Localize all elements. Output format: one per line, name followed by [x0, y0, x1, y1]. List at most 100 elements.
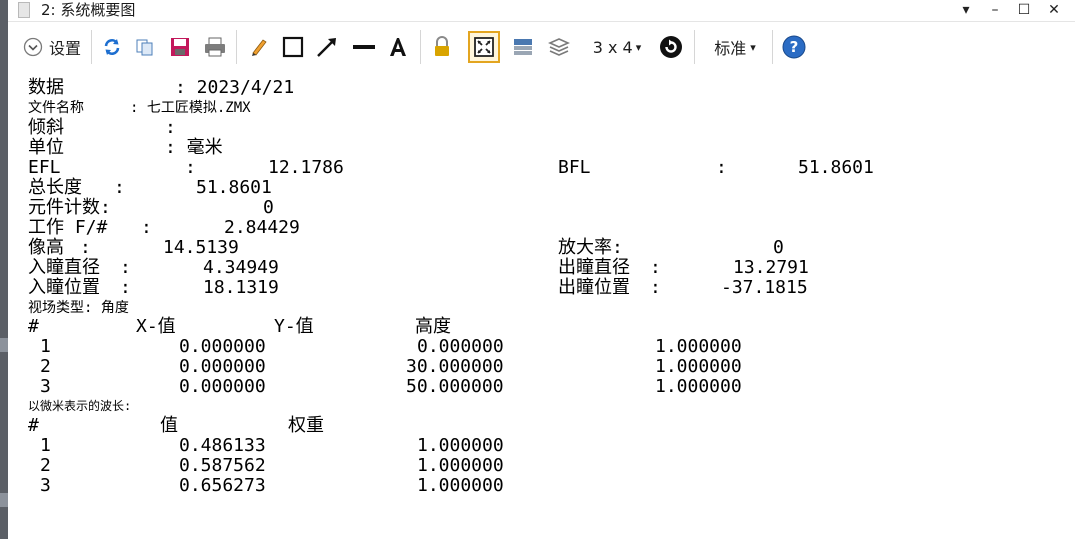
toolbar: 设置 3 x 4 ▾ 标准 ▾ ?	[8, 23, 1075, 71]
window-menu-button[interactable]: ▾	[953, 0, 979, 20]
edge-fragment	[0, 493, 8, 507]
layers-icon	[548, 38, 570, 56]
text-icon	[390, 38, 406, 56]
save-icon	[171, 38, 189, 56]
layers-button[interactable]	[546, 34, 572, 60]
field-header-index: #	[28, 316, 39, 337]
chevron-down-circle-icon	[23, 37, 43, 57]
magnification-label: 放大率:	[558, 237, 623, 258]
power-cycle-icon	[660, 36, 682, 58]
svg-text:?: ?	[790, 38, 799, 56]
fit-view-button[interactable]	[468, 31, 500, 63]
line-tool-button[interactable]	[350, 34, 378, 60]
rectangle-tool-button[interactable]	[280, 34, 306, 60]
working-fnum-label: 工作 F/#	[28, 217, 108, 238]
auto-update-button[interactable]	[658, 34, 684, 60]
efl-colon: :	[185, 157, 196, 178]
field-row-y: 0.000000	[417, 336, 504, 357]
title-bar: 2: 系统概要图 ▾ – ☐ ✕	[8, 0, 1075, 22]
style-value: 标准	[714, 39, 747, 58]
working-fnum-colon: :	[141, 217, 152, 238]
wavelength-row-value: 0.587562	[179, 455, 266, 476]
field-row-height: 1.000000	[655, 336, 742, 357]
field-row-height: 1.000000	[655, 376, 742, 397]
toolbar-separator	[772, 30, 773, 64]
window-stack-icon	[514, 39, 532, 55]
field-header-y: Y-值	[274, 316, 314, 337]
field-row-index: 3	[40, 376, 51, 397]
pencil-tool-button[interactable]	[246, 34, 272, 60]
settings-label: 设置	[48, 39, 81, 58]
field-row-height: 1.000000	[655, 356, 742, 377]
document-icon	[18, 2, 30, 18]
exit-pupil-position-label: 出瞳位置	[558, 277, 630, 298]
chevron-down-icon: ▾	[750, 40, 756, 54]
image-height-value: 14.5139	[163, 237, 239, 258]
arrow-tool-button[interactable]	[314, 34, 340, 60]
file-name-value: : 七工匠模拟.ZMX	[130, 100, 251, 116]
lock-icon	[435, 36, 449, 56]
entrance-pupil-position-label: 入瞳位置	[28, 277, 100, 298]
line-icon	[353, 45, 375, 49]
lock-button[interactable]	[429, 34, 455, 60]
exit-pupil-position-value: -37.1815	[721, 277, 808, 298]
chevron-down-icon: ▾	[635, 40, 642, 54]
wavelength-caption: 以微米表示的波长:	[28, 399, 132, 413]
arrow-icon	[317, 38, 336, 57]
entrance-pupil-position-value: 18.1319	[203, 277, 279, 298]
field-type-label: 视场类型: 角度	[28, 300, 129, 316]
copy-icon	[136, 39, 153, 56]
text-tool-button[interactable]	[385, 34, 411, 60]
window-title: 2: 系统概要图	[41, 1, 136, 19]
minimize-button[interactable]: –	[982, 0, 1008, 20]
total-length-value: 51.8601	[196, 177, 272, 198]
help-button[interactable]: ?	[781, 34, 807, 60]
pencil-icon	[252, 39, 267, 56]
save-button[interactable]	[166, 34, 194, 60]
refresh-button[interactable]	[99, 34, 125, 60]
wavelength-row-value: 0.656273	[179, 475, 266, 496]
unit-value: : 毫米	[165, 137, 223, 158]
close-button[interactable]: ✕	[1041, 0, 1067, 20]
rectangle-icon	[282, 36, 304, 58]
wavelength-row-weight: 1.000000	[417, 475, 504, 496]
tilt-label: 倾斜	[28, 117, 64, 138]
window-layout-button[interactable]	[510, 34, 536, 60]
wavelength-header-value: 值	[160, 415, 178, 436]
field-row-x: 0.000000	[179, 356, 266, 377]
entrance-pupil-diameter-label: 入瞳直径	[28, 257, 100, 278]
exd-colon: :	[650, 257, 661, 278]
total-length-colon: :	[114, 177, 125, 198]
layout-grid-value: 3 x 4	[592, 37, 633, 57]
magnification-value: 0	[773, 237, 784, 258]
wavelength-row-index: 2	[40, 455, 51, 476]
print-button[interactable]	[201, 34, 229, 60]
element-count-label: 元件计数:	[28, 197, 111, 218]
field-row-index: 2	[40, 356, 51, 377]
field-header-x: X-值	[136, 316, 176, 337]
exit-pupil-diameter-label: 出瞳直径	[558, 257, 630, 278]
edge-fragment	[0, 338, 8, 352]
field-row-x: 0.000000	[179, 376, 266, 397]
printer-icon	[205, 37, 225, 57]
exit-pupil-diameter-value: 13.2791	[733, 257, 809, 278]
tilt-value: :	[165, 117, 176, 138]
date-value: : 2023/4/21	[175, 77, 295, 98]
wavelength-row-value: 0.486133	[179, 435, 266, 456]
bfl-label: BFL	[558, 157, 591, 178]
maximize-button[interactable]: ☐	[1011, 0, 1037, 20]
style-dropdown[interactable]: 标准 ▾	[704, 34, 766, 60]
report-text-area: 数据 : 2023/4/21 文件名称 : 七工匠模拟.ZMX 倾斜 : 单位 …	[8, 71, 1075, 539]
fit-view-icon	[474, 37, 494, 57]
unit-label: 单位	[28, 137, 64, 158]
settings-button[interactable]: 设置	[18, 34, 86, 60]
toolbar-separator	[694, 30, 695, 64]
layout-grid-dropdown[interactable]: 3 x 4 ▾	[586, 34, 648, 60]
copy-button[interactable]	[132, 34, 158, 60]
wavelength-header-weight: 权重	[288, 415, 324, 436]
entrance-pupil-diameter-value: 4.34949	[203, 257, 279, 278]
image-height-colon: :	[80, 237, 91, 258]
wavelength-row-index: 3	[40, 475, 51, 496]
refresh-icon	[104, 39, 120, 55]
left-window-edge	[0, 0, 8, 539]
